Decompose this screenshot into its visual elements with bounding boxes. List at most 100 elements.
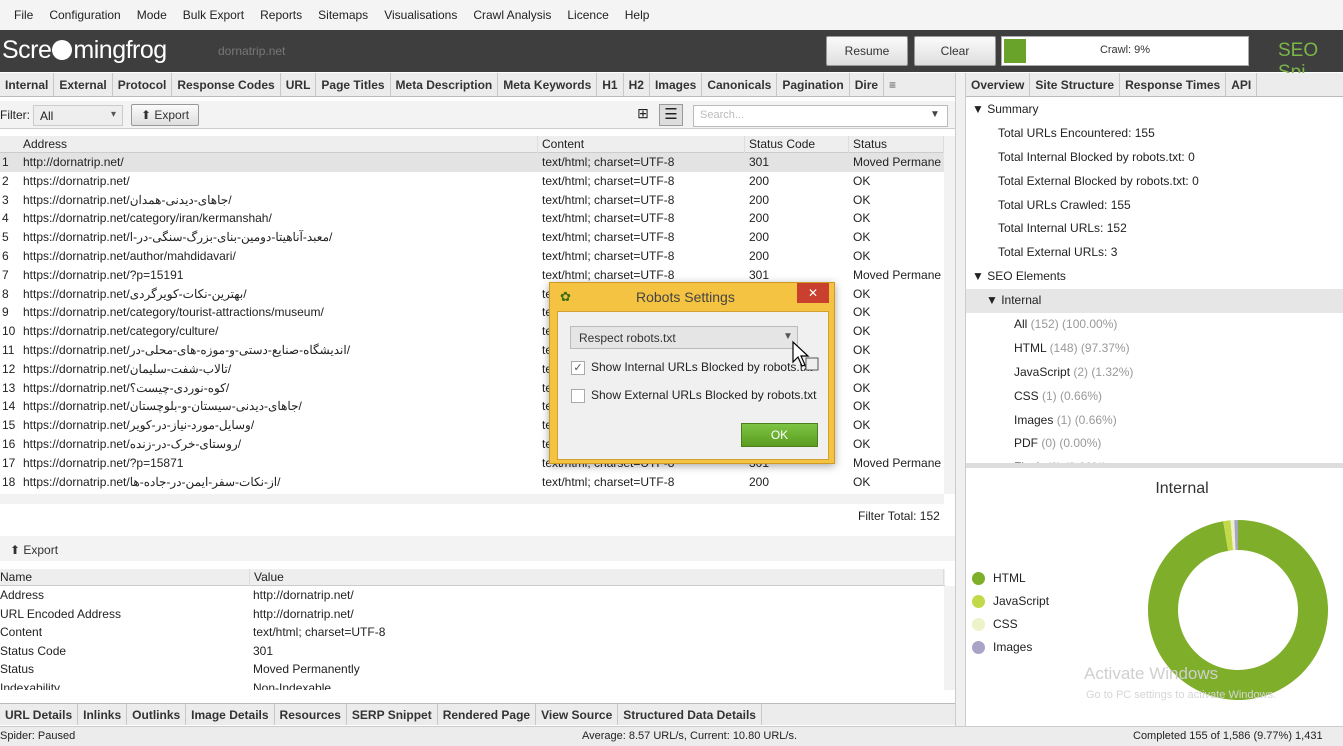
overview-item[interactable]: HTML (148) (97.37%) bbox=[966, 337, 1343, 361]
overview-item[interactable]: Flash (0) (0.00%) bbox=[966, 456, 1343, 463]
tab-serp-snippet[interactable]: SERP Snippet bbox=[347, 704, 438, 725]
tab-api[interactable]: API bbox=[1226, 73, 1258, 96]
tab-images[interactable]: Images bbox=[650, 73, 703, 96]
table-row[interactable]: 3 https://dornatrip.net/جاهای-دیدنی-همدان… bbox=[0, 191, 945, 210]
detail-row[interactable]: Status Code 301 bbox=[0, 642, 945, 661]
table-row[interactable]: 2 https://dornatrip.net/text/html; charse… bbox=[0, 172, 945, 191]
resume-button[interactable]: Resume bbox=[826, 36, 908, 66]
tab-site-structure[interactable]: Site Structure bbox=[1030, 73, 1121, 96]
tabs-overflow-icon[interactable]: ≡ bbox=[884, 73, 901, 96]
tab-resources[interactable]: Resources bbox=[275, 704, 347, 725]
overview-item[interactable]: Total URLs Encountered: 155 bbox=[966, 122, 1343, 146]
tab-meta-description[interactable]: Meta Description bbox=[391, 73, 499, 96]
col-value[interactable]: Value bbox=[250, 569, 944, 586]
table-vertical-scrollbar[interactable] bbox=[944, 136, 955, 494]
tab-protocol[interactable]: Protocol bbox=[113, 73, 173, 96]
menu-mode[interactable]: Mode bbox=[129, 8, 175, 22]
list-view-icon[interactable]: ☰ bbox=[659, 104, 683, 126]
tab-structured-data-details[interactable]: Structured Data Details bbox=[618, 704, 762, 725]
show-internal-blocked-label[interactable]: Show Internal URLs Blocked by robots.txt bbox=[591, 360, 812, 374]
ok-button[interactable]: OK bbox=[741, 423, 818, 447]
row-number: 17 bbox=[2, 455, 16, 470]
show-external-blocked-checkbox[interactable] bbox=[571, 389, 585, 403]
table-row[interactable]: 1 http://dornatrip.net/text/html; charset… bbox=[0, 153, 945, 172]
tab-url-details[interactable]: URL Details bbox=[0, 704, 79, 725]
show-internal-blocked-checkbox[interactable]: ✓ bbox=[571, 361, 585, 375]
tree-view-icon[interactable]: ⊞ bbox=[633, 105, 653, 125]
detail-row[interactable]: Status Moved Permanently bbox=[0, 660, 945, 679]
filter-total: Filter Total: 152 bbox=[858, 509, 940, 523]
tab-view-source[interactable]: View Source bbox=[536, 704, 619, 725]
tab-response-codes[interactable]: Response Codes bbox=[172, 73, 281, 96]
detail-export-button[interactable]: ⬆ Export bbox=[3, 540, 65, 559]
overview-item[interactable]: JavaScript (2) (1.32%) bbox=[966, 361, 1343, 385]
menu-crawl-analysis[interactable]: Crawl Analysis bbox=[465, 8, 559, 22]
table-row[interactable]: 5 https://dornatrip.net/معبد-آناهیتا-دومی… bbox=[0, 228, 945, 247]
detail-row[interactable]: Address http://dornatrip.net/ bbox=[0, 586, 945, 605]
panel-splitter[interactable] bbox=[955, 73, 966, 726]
overview-item[interactable]: ▼ Summary bbox=[966, 98, 1343, 122]
col-address[interactable]: Address bbox=[0, 136, 538, 153]
tab-canonicals[interactable]: Canonicals bbox=[702, 73, 778, 96]
overview-label: Total URLs Crawled: 155 bbox=[998, 197, 1131, 212]
robots-mode-select[interactable]: Respect robots.txt bbox=[570, 326, 798, 349]
tab-meta-keywords[interactable]: Meta Keywords bbox=[498, 73, 598, 96]
detail-row[interactable]: Indexability Non-Indexable bbox=[0, 679, 945, 690]
tab-outlinks[interactable]: Outlinks bbox=[127, 704, 187, 725]
overview-item[interactable]: Images (1) (0.66%) bbox=[966, 409, 1343, 433]
menu-sitemaps[interactable]: Sitemaps bbox=[310, 8, 376, 22]
table-horizontal-scrollbar[interactable] bbox=[0, 494, 944, 504]
filter-select[interactable]: All bbox=[33, 105, 123, 126]
menu-reports[interactable]: Reports bbox=[252, 8, 310, 22]
detail-vertical-scrollbar[interactable] bbox=[944, 586, 955, 690]
overview-label: ▼ Summary bbox=[972, 102, 1039, 116]
overview-item[interactable]: Total Internal Blocked by robots.txt: 0 bbox=[966, 146, 1343, 170]
menu-help[interactable]: Help bbox=[617, 8, 658, 22]
menu-bulk-export[interactable]: Bulk Export bbox=[175, 8, 252, 22]
table-row[interactable]: 18 https://dornatrip.net/از-نکات-سفر-ایمن… bbox=[0, 473, 945, 492]
col-status-code[interactable]: Status Code bbox=[745, 136, 849, 153]
col-status[interactable]: Status bbox=[849, 136, 944, 153]
tab-dire[interactable]: Dire bbox=[850, 73, 885, 96]
detail-row[interactable]: Content text/html; charset=UTF-8 bbox=[0, 623, 945, 642]
search-dropdown-icon[interactable]: ▼ bbox=[930, 109, 940, 120]
overview-item[interactable]: Total Internal URLs: 152 bbox=[966, 217, 1343, 241]
overview-item[interactable]: CSS (1) (0.66%) bbox=[966, 385, 1343, 409]
overview-scrollbar[interactable] bbox=[966, 463, 1343, 468]
tab-pagination[interactable]: Pagination bbox=[777, 73, 850, 96]
tab-overview[interactable]: Overview bbox=[966, 73, 1031, 96]
overview-item[interactable]: Total External Blocked by robots.txt: 0 bbox=[966, 170, 1343, 194]
tab-rendered-page[interactable]: Rendered Page bbox=[438, 704, 537, 725]
detail-row[interactable]: URL Encoded Address http://dornatrip.net/ bbox=[0, 605, 945, 624]
export-button[interactable]: ⬆ Export bbox=[131, 104, 199, 126]
tab-url[interactable]: URL bbox=[281, 73, 317, 96]
overview-item[interactable]: ▼ SEO Elements bbox=[966, 265, 1343, 289]
tab-external[interactable]: External bbox=[54, 73, 113, 96]
overview-item[interactable]: Total External URLs: 3 bbox=[966, 241, 1343, 265]
search-input[interactable]: Search... bbox=[693, 105, 948, 127]
tab-inlinks[interactable]: Inlinks bbox=[78, 704, 128, 725]
overview-item[interactable]: All (152) (100.00%) bbox=[966, 313, 1343, 337]
show-external-blocked-label[interactable]: Show External URLs Blocked by robots.txt bbox=[591, 388, 816, 402]
close-icon[interactable]: ✕ bbox=[797, 283, 829, 303]
overview-item[interactable]: ▼ Internal bbox=[966, 289, 1343, 314]
menu-visualisations[interactable]: Visualisations bbox=[376, 8, 465, 22]
overview-item[interactable]: PDF (0) (0.00%) bbox=[966, 432, 1343, 456]
overview-count: (0) (0.00%) bbox=[1041, 436, 1102, 451]
tab-page-titles[interactable]: Page Titles bbox=[316, 73, 391, 96]
col-name[interactable]: Name bbox=[0, 569, 250, 586]
menu-file[interactable]: File bbox=[6, 8, 41, 22]
overview-item[interactable]: Total URLs Crawled: 155 bbox=[966, 194, 1343, 218]
tab-h2[interactable]: H2 bbox=[624, 73, 650, 96]
tab-image-details[interactable]: Image Details bbox=[186, 704, 275, 725]
address-cell: https://dornatrip.net/جاهای-دیدنی-سیستان… bbox=[23, 399, 302, 414]
clear-button[interactable]: Clear bbox=[914, 36, 996, 66]
col-content[interactable]: Content bbox=[538, 136, 745, 153]
menu-configuration[interactable]: Configuration bbox=[41, 8, 128, 22]
tab-internal[interactable]: Internal bbox=[0, 73, 55, 96]
tab-response-times[interactable]: Response Times bbox=[1120, 73, 1227, 96]
table-row[interactable]: 4 https://dornatrip.net/category/iran/ker… bbox=[0, 209, 945, 228]
table-row[interactable]: 6 https://dornatrip.net/author/mahdidavar… bbox=[0, 247, 945, 266]
tab-h1[interactable]: H1 bbox=[597, 73, 624, 96]
menu-licence[interactable]: Licence bbox=[559, 8, 616, 22]
